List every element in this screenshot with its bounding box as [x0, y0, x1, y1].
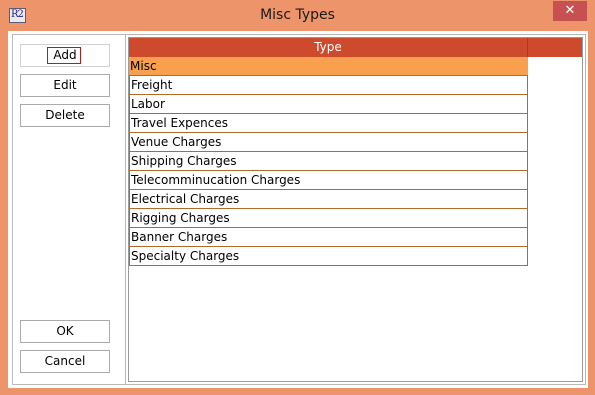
ok-button-label: OK: [56, 324, 74, 338]
edit-button[interactable]: Edit: [20, 74, 110, 97]
add-button[interactable]: Add: [20, 44, 110, 67]
close-button[interactable]: ✕: [553, 1, 587, 21]
table-header: Type: [129, 38, 582, 57]
table-row[interactable]: Electrical Charges: [129, 190, 528, 209]
button-panel: Add Edit Delete OK Cancel: [12, 34, 127, 385]
client-area: Add Edit Delete OK Cancel Type Misc Frei…: [8, 31, 588, 388]
table-row[interactable]: Travel Expences: [129, 114, 528, 133]
table-row[interactable]: Telecomminucation Charges: [129, 171, 528, 190]
table-rows: Misc Freight Labor Travel Expences Venue…: [129, 57, 528, 266]
edit-button-label: Edit: [53, 78, 77, 92]
table-row[interactable]: Misc: [129, 57, 528, 76]
types-table[interactable]: Type Misc Freight Labor Travel Expences …: [128, 37, 583, 382]
delete-button[interactable]: Delete: [20, 104, 110, 127]
table-row[interactable]: Banner Charges: [129, 228, 528, 247]
cancel-button[interactable]: Cancel: [20, 350, 110, 373]
table-row[interactable]: Freight: [129, 76, 528, 95]
column-header-type[interactable]: Type: [129, 38, 528, 57]
table-row[interactable]: Shipping Charges: [129, 152, 528, 171]
table-row[interactable]: Specialty Charges: [129, 247, 528, 266]
delete-button-label: Delete: [45, 108, 85, 122]
misc-types-window: R2 Misc Types ✕ Add Edit Delete OK Cance…: [0, 0, 595, 395]
table-row[interactable]: Venue Charges: [129, 133, 528, 152]
title-bar[interactable]: R2 Misc Types ✕: [0, 0, 595, 31]
table-row[interactable]: Rigging Charges: [129, 209, 528, 228]
ok-button[interactable]: OK: [20, 320, 110, 343]
table-row[interactable]: Labor: [129, 95, 528, 114]
cancel-button-label: Cancel: [44, 354, 86, 368]
window-title: Misc Types: [260, 7, 335, 23]
add-button-label: Add: [53, 48, 77, 62]
table-panel: Type Misc Freight Labor Travel Expences …: [125, 34, 586, 385]
